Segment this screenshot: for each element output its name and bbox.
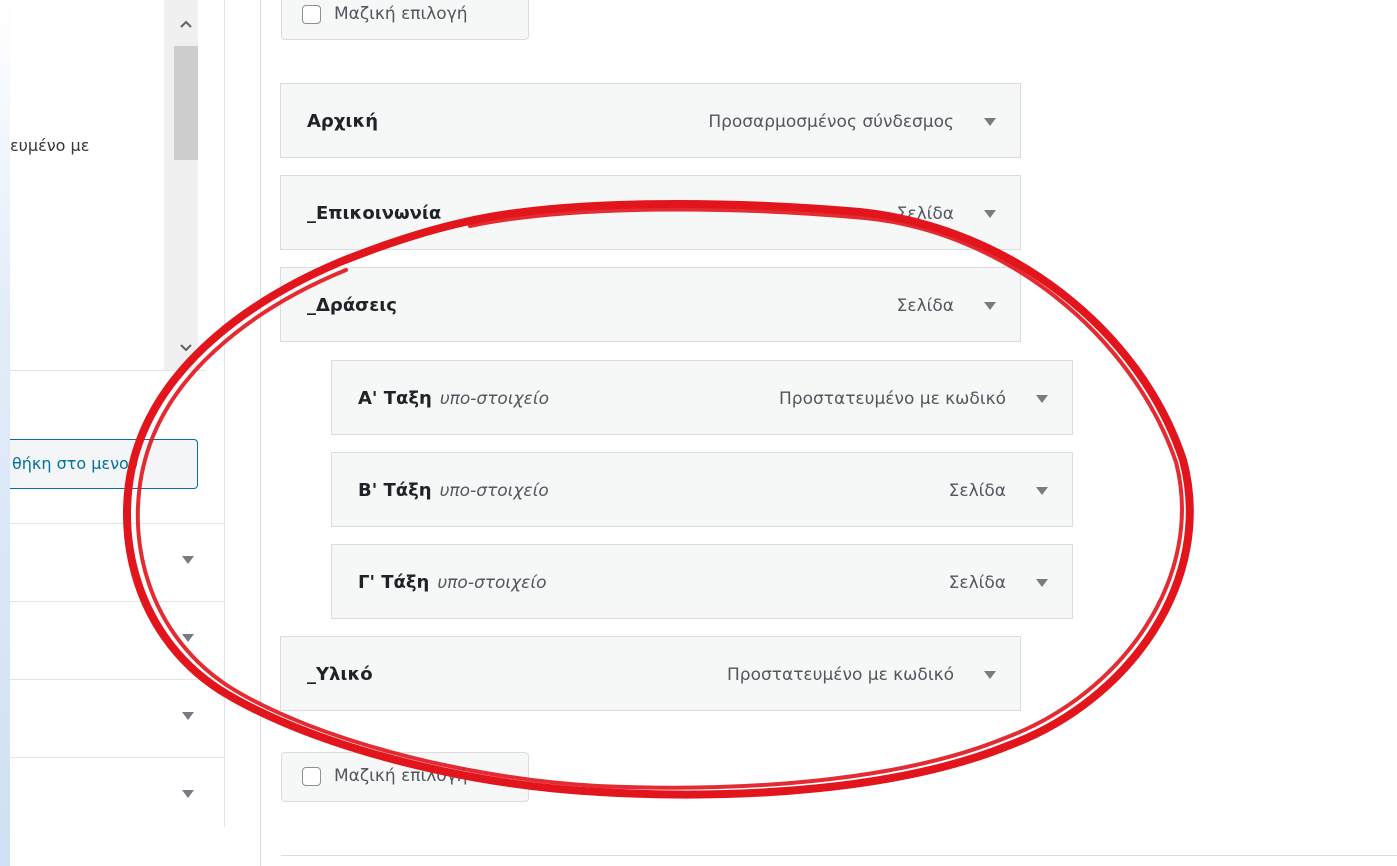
caret-down-icon[interactable] [984,210,996,218]
section-divider [281,855,1397,856]
bulk-select-checkbox[interactable] [302,5,321,24]
menu-item-title: _Δράσεις [307,295,397,316]
add-menu-items-panel: ευμένο με θήκη στο μενού [10,0,225,835]
caret-down-icon[interactable] [984,671,996,679]
caret-down-icon[interactable] [984,302,996,310]
caret-down-icon[interactable] [182,634,194,642]
bulk-select-top[interactable]: Μαζική επιλογή [281,0,529,40]
menu-item-contact[interactable]: _Επικοινωνία Σελίδα [280,175,1021,250]
menu-item-type: Προσαρμοσμένος σύνδεσμος [708,112,954,132]
menu-item-type: Προστατευμένο με κωδικό [727,665,954,685]
menu-item-title: Α' Ταξη υπο-στοιχείο [358,388,549,409]
bulk-select-checkbox[interactable] [302,767,321,786]
menu-item-type: Σελίδα [896,296,954,316]
menu-item-type: Σελίδα [948,573,1006,593]
chevron-up-icon[interactable] [176,16,196,36]
accordion-section-1[interactable] [10,523,224,601]
menu-item-home[interactable]: Αρχική Προσαρμοσμένος σύνδεσμος [280,83,1021,158]
accordion-section-2[interactable] [10,601,224,679]
menu-item-type: Σελίδα [948,481,1006,501]
menu-item-class-b[interactable]: Β' Τάξη υπο-στοιχείο Σελίδα [331,452,1073,527]
submenu-label: υπο-στοιχείο [439,481,549,501]
menu-item-class-a[interactable]: Α' Ταξη υπο-στοιχείο Προστατευμένο με κωδ… [331,360,1073,435]
caret-down-icon[interactable] [1036,579,1048,587]
caret-down-icon[interactable] [1036,395,1048,403]
menu-item-title: _Υλικό [307,664,373,685]
caret-down-icon[interactable] [182,556,194,564]
list-item-partial[interactable]: ευμένο με [10,136,89,155]
menu-item-title: Αρχική [307,111,379,132]
menu-item-type: Σελίδα [896,204,954,224]
accordion-section-4[interactable] [10,757,224,835]
accordion-section-3[interactable] [10,679,224,757]
submenu-label: υπο-στοιχείο [437,573,547,593]
menu-item-title: Γ' Τάξη υπο-στοιχείο [358,572,547,593]
caret-down-icon[interactable] [182,712,194,720]
caret-down-icon[interactable] [182,790,194,798]
caret-down-icon[interactable] [1036,487,1048,495]
scroll-thumb[interactable] [174,46,198,160]
menu-item-actions[interactable]: _Δράσεις Σελίδα [280,267,1021,342]
menu-item-title: Β' Τάξη υπο-στοιχείο [358,480,549,501]
bulk-select-bottom[interactable]: Μαζική επιλογή [281,752,529,802]
menu-item-class-c[interactable]: Γ' Τάξη υπο-στοιχείο Σελίδα [331,544,1073,619]
menu-item-type: Προστατευμένο με κωδικό [779,389,1006,409]
chevron-down-icon[interactable] [176,340,196,360]
submenu-label: υπο-στοιχείο [439,389,549,409]
left-column: ευμένο με θήκη στο μενού [0,0,260,866]
item-list-box[interactable]: ευμένο με [10,0,206,371]
bulk-select-label[interactable]: Μαζική επιλογή [334,766,468,786]
menu-item-material[interactable]: _Υλικό Προστατευμένο με κωδικό [280,636,1021,711]
bulk-select-label[interactable]: Μαζική επιλογή [334,4,468,24]
add-to-menu-button[interactable]: θήκη στο μενού [10,439,198,489]
menu-item-title: _Επικοινωνία [307,203,442,224]
caret-down-icon[interactable] [984,118,996,126]
list-scrollbar[interactable] [164,0,198,370]
column-divider [260,0,261,866]
